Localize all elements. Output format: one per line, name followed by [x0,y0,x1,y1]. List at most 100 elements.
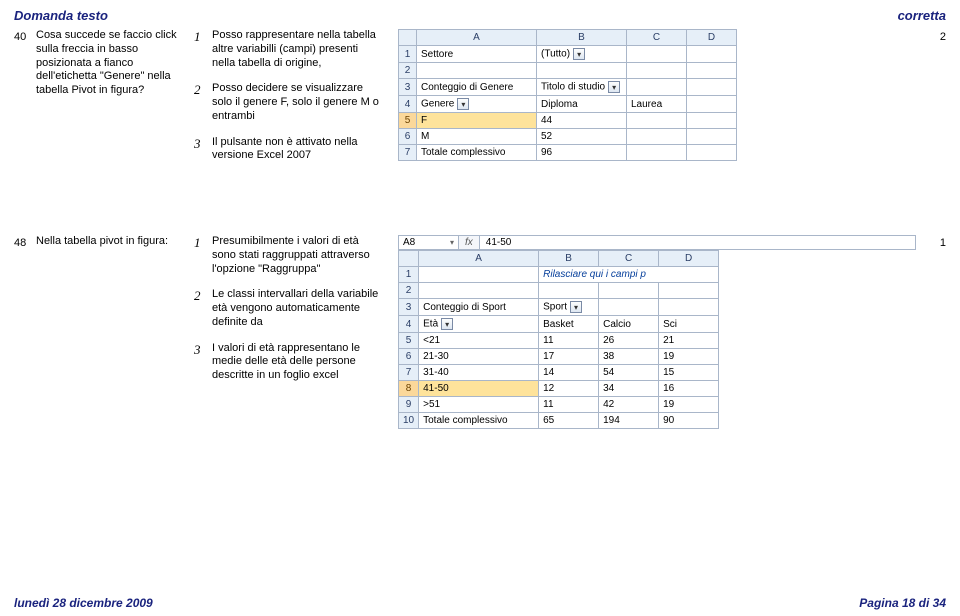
cell: 44 [537,113,627,129]
option-3: 3 I valori di età rappresentano le medie… [194,342,382,383]
cell [627,145,687,161]
dropdown-icon[interactable]: ▾ [608,81,620,93]
rowhead: 7 [399,145,417,161]
cell [599,299,659,316]
pivot-page-field: Settore [421,49,453,60]
cell [419,283,539,299]
dropdown-icon[interactable]: ▾ [573,48,585,60]
question-number: 48 [14,235,36,249]
cell [627,63,687,79]
rowhead: 6 [399,129,417,145]
rowhead: 4 [399,316,419,333]
cell: Conteggio di Sport [419,299,539,316]
question-40: 40 Cosa succede se faccio click sulla fr… [14,29,946,175]
option-num: 3 [194,136,212,164]
formula-bar: A8 ▾ fx 41-50 [398,235,916,250]
footer-page: Pagina 18 di 34 [859,596,946,610]
corner-cell [399,251,419,267]
page-header: Domanda testo corretta [14,8,946,23]
options: 1 Posso rappresentare nella tabella altr… [194,29,394,175]
cell: 194 [599,413,659,429]
rowhead: 9 [399,397,419,413]
cell: >51 [419,397,539,413]
rowhead: 4 [399,96,417,113]
rowhead: 8 [399,381,419,397]
header-left: Domanda testo [14,8,108,23]
cell: Diploma [537,96,627,113]
cell [659,299,719,316]
col-a: A [417,30,537,46]
question-text: Cosa succede se faccio click sulla frecc… [36,29,194,98]
dropdown-icon[interactable]: ▾ [570,301,582,313]
cell [627,46,687,63]
correct-answer: 1 [916,235,946,249]
cell: 41-50 [419,381,539,397]
cell: 21-30 [419,349,539,365]
cell: (Tutto)▾ [537,46,627,63]
dropdown-icon[interactable]: ▾ [441,318,453,330]
col-d: D [687,30,737,46]
cell [627,79,687,96]
cell: Sci [659,316,719,333]
rowhead: 1 [399,46,417,63]
cell [599,283,659,299]
pivot-row-field: Genere [421,99,454,110]
cell: 19 [659,397,719,413]
cell: 65 [539,413,599,429]
cell: F [417,113,537,129]
figure-q40: A B C D 1 Settore (Tutto)▾ 2 3 C [394,29,916,161]
cell [659,283,719,299]
option-2: 2 Posso decidere se visualizzare solo il… [194,82,382,123]
cell: 96 [537,145,627,161]
cell: Laurea [627,96,687,113]
name-box[interactable]: A8 ▾ [399,236,459,249]
rowhead: 2 [399,63,417,79]
cell: 14 [539,365,599,381]
cell: 34 [599,381,659,397]
option-text: Posso rappresentare nella tabella altre … [212,29,382,70]
cell-ref: A8 [403,237,415,248]
dropdown-icon[interactable]: ▾ [457,98,469,110]
correct-answer: 2 [916,29,946,43]
question-text: Nella tabella pivot in figura: [36,235,194,249]
option-num: 3 [194,342,212,383]
cell [417,63,537,79]
rowhead: 10 [399,413,419,429]
cell: 21 [659,333,719,349]
cell: Totale complessivo [417,145,537,161]
cell: 19 [659,349,719,365]
cell: 52 [537,129,627,145]
cell: Basket [539,316,599,333]
option-num: 1 [194,235,212,276]
cell: 17 [539,349,599,365]
cell [687,113,737,129]
option-2: 2 Le classi intervallari della variabile… [194,288,382,329]
cell [687,79,737,96]
cell [687,46,737,63]
cell: 26 [599,333,659,349]
cell: 42 [599,397,659,413]
fx-icon: fx [459,236,480,249]
chevron-down-icon: ▾ [450,238,454,247]
option-num: 2 [194,82,212,123]
cell: 38 [599,349,659,365]
option-text: Posso decidere se visualizzare solo il g… [212,82,382,123]
option-num: 1 [194,29,212,70]
option-num: 2 [194,288,212,329]
option-text: I valori di età rappresentano le medie d… [212,342,382,383]
pivot-row-field: Età [423,319,438,330]
rowhead: 3 [399,299,419,316]
cell [687,129,737,145]
pivot-col-field: Titolo di studio [541,82,605,93]
cell: 11 [539,333,599,349]
cell: Conteggio di Genere [417,79,537,96]
cell: Calcio [599,316,659,333]
formula-value[interactable]: 41-50 [480,236,915,249]
cell: <21 [419,333,539,349]
cell: Età▾ [419,316,539,333]
rowhead: 3 [399,79,417,96]
cell [537,63,627,79]
option-1: 1 Posso rappresentare nella tabella altr… [194,29,382,70]
cell: Sport▾ [539,299,599,316]
col-c: C [627,30,687,46]
